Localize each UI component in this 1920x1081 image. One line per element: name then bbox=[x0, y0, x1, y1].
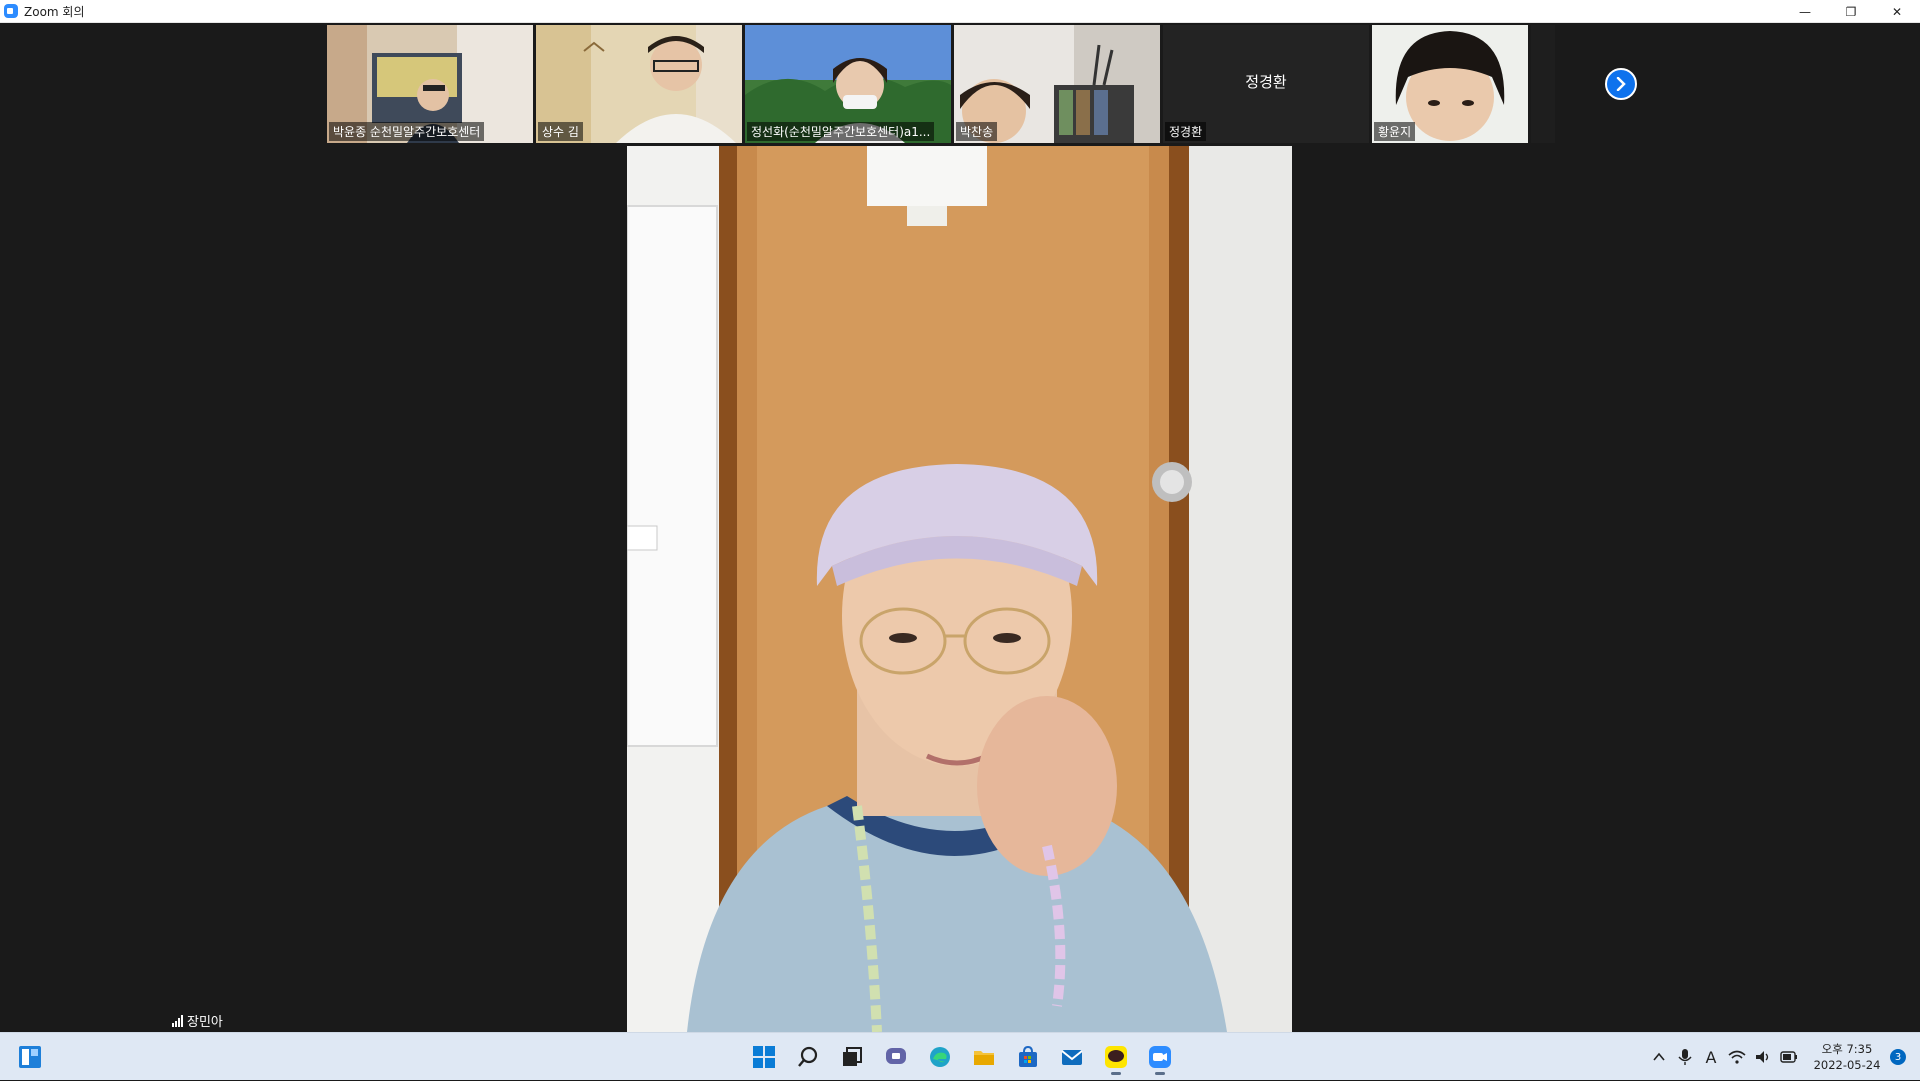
window-controls: — ❐ ✕ bbox=[1782, 0, 1920, 23]
clock-date: 2022-05-24 bbox=[1813, 1058, 1881, 1072]
notification-badge[interactable]: 3 bbox=[1890, 1049, 1906, 1065]
task-view-icon[interactable] bbox=[834, 1040, 870, 1074]
next-page-button[interactable] bbox=[1605, 68, 1637, 100]
participant-name: 박찬송 bbox=[956, 122, 998, 141]
participant-tile[interactable]: 박찬송 bbox=[954, 25, 1160, 143]
system-tray: A 오후 7:35 2022-05-24 3 bbox=[1646, 1033, 1920, 1081]
microsoft-store-icon[interactable] bbox=[1010, 1040, 1046, 1074]
active-speaker-video bbox=[627, 146, 1292, 1032]
restore-button[interactable]: ❐ bbox=[1828, 0, 1874, 23]
input-method-indicator[interactable]: A bbox=[1698, 1048, 1724, 1067]
minimize-button[interactable]: — bbox=[1782, 0, 1828, 23]
taskbar: A 오후 7:35 2022-05-24 3 bbox=[0, 1032, 1920, 1080]
microphone-icon[interactable] bbox=[1672, 1048, 1698, 1066]
search-icon[interactable] bbox=[790, 1040, 826, 1074]
edge-browser-icon[interactable] bbox=[922, 1040, 958, 1074]
chevron-right-icon bbox=[1616, 77, 1626, 91]
mail-icon[interactable] bbox=[1054, 1040, 1090, 1074]
zoom-app-icon bbox=[4, 4, 18, 18]
participant-tile[interactable]: 정경환 정경환 bbox=[1163, 25, 1369, 143]
participant-tile[interactable]: 황윤지 bbox=[1372, 25, 1528, 143]
kakaotalk-icon[interactable] bbox=[1098, 1040, 1134, 1075]
participant-tile[interactable]: 정선화(순천밀알주간보호센터)a1... bbox=[745, 25, 951, 143]
taskbar-apps bbox=[746, 1040, 1178, 1075]
participant-tile[interactable]: 상수 김 bbox=[536, 25, 742, 143]
taskbar-clock[interactable]: 오후 7:35 2022-05-24 bbox=[1808, 1041, 1886, 1073]
wifi-icon[interactable] bbox=[1724, 1050, 1750, 1064]
participant-name: 정경환 bbox=[1165, 122, 1207, 141]
volume-icon[interactable] bbox=[1750, 1050, 1776, 1064]
window-title: Zoom 회의 bbox=[24, 4, 85, 19]
widgets-icon[interactable] bbox=[18, 1045, 42, 1069]
signal-strength-icon bbox=[172, 1014, 183, 1027]
active-speaker-picture bbox=[627, 146, 1292, 1032]
participant-strip: 박윤종 순천밀알주간보호센터 상수 김 정선화(순천밀알주간보호센터)a1... bbox=[327, 25, 1555, 143]
start-icon[interactable] bbox=[746, 1040, 782, 1074]
participant-name: 정선화(순천밀알주간보호센터)a1... bbox=[747, 122, 935, 141]
participant-name: 황윤지 bbox=[1374, 122, 1416, 141]
participant-name: 상수 김 bbox=[538, 122, 583, 141]
close-button[interactable]: ✕ bbox=[1874, 0, 1920, 23]
file-explorer-icon[interactable] bbox=[966, 1040, 1002, 1074]
participant-name: 박윤종 순천밀알주간보호센터 bbox=[329, 122, 485, 141]
participant-center-name: 정경환 bbox=[1245, 73, 1287, 91]
strip-filler bbox=[1531, 25, 1555, 143]
zoom-taskbar-icon[interactable] bbox=[1142, 1040, 1178, 1075]
teams-chat-icon[interactable] bbox=[878, 1040, 914, 1074]
clock-time: 오후 7:35 bbox=[1821, 1042, 1873, 1056]
battery-icon[interactable] bbox=[1776, 1051, 1802, 1063]
active-speaker-label: 장민아 bbox=[172, 1011, 223, 1030]
participant-tile[interactable]: 박윤종 순천밀알주간보호센터 bbox=[327, 25, 533, 143]
window-title-bar: Zoom 회의 — ❐ ✕ bbox=[0, 0, 1920, 23]
active-speaker-name: 장민아 bbox=[187, 1015, 223, 1030]
show-hidden-icons-chevron-up-icon[interactable] bbox=[1646, 1051, 1672, 1063]
